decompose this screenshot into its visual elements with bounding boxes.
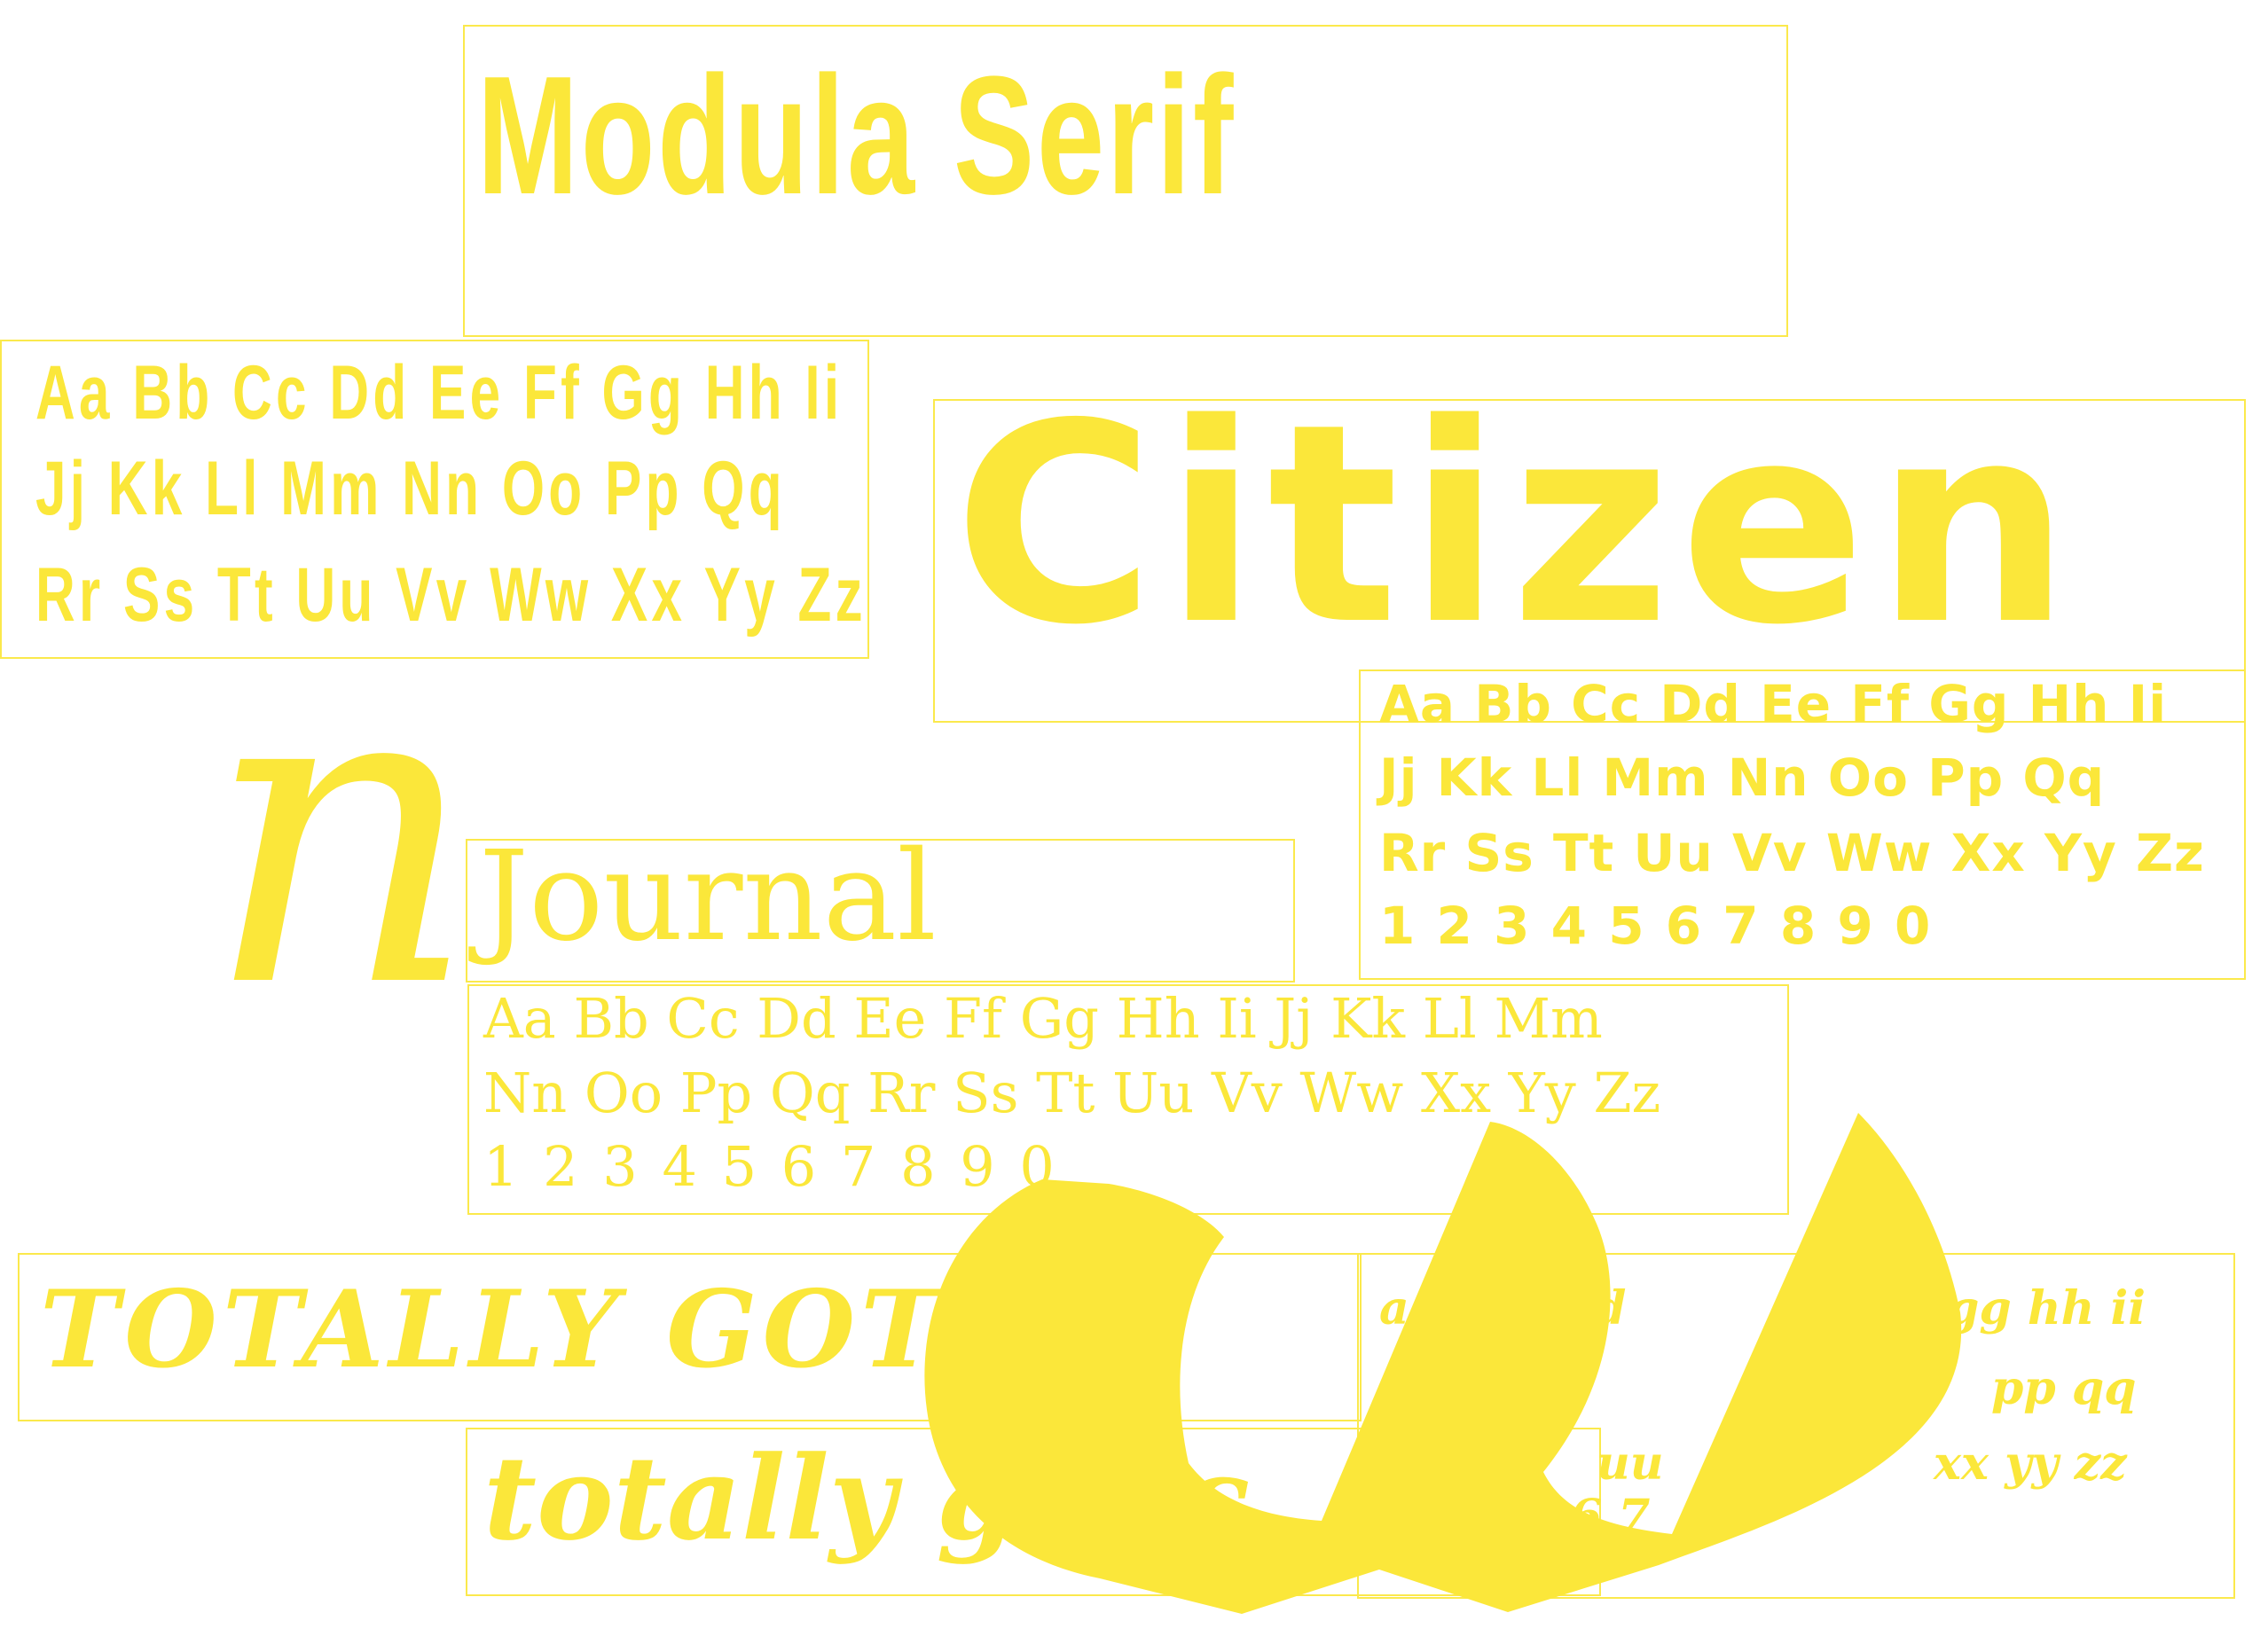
- large-gothic-w-glyph: [924, 1113, 1962, 1614]
- type-specimen-poster: Modula Serif Aa Bb Cc Dd Ee Ff Gg Hh Ii …: [0, 0, 2268, 1652]
